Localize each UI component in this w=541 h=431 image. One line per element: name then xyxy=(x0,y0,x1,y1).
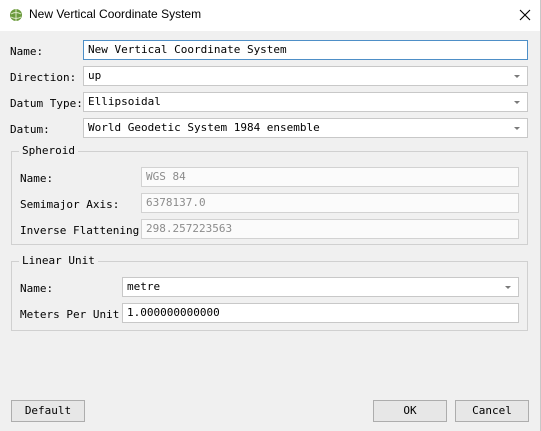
meters-per-unit-value: 1.000000000000 xyxy=(127,306,220,319)
inverse-flattening-field: 298.257223563 xyxy=(141,219,519,239)
semimajor-axis-label: Semimajor Axis: xyxy=(20,198,120,211)
datum-select[interactable]: World Geodetic System 1984 ensemble xyxy=(83,118,528,138)
close-icon xyxy=(519,9,531,21)
chevron-down-icon xyxy=(514,101,520,104)
spheroid-name-value: WGS 84 xyxy=(146,170,186,183)
spheroid-name-label: Name: xyxy=(20,172,54,185)
inverse-flattening-label: Inverse Flattening: xyxy=(20,224,146,237)
name-input[interactable]: New Vertical Coordinate System xyxy=(83,40,528,60)
semimajor-axis-field: 6378137.0 xyxy=(141,193,519,213)
unit-name-label: Name: xyxy=(20,282,54,295)
name-label: Name: xyxy=(10,45,44,58)
chevron-down-icon xyxy=(505,286,511,289)
unit-name-select[interactable]: metre xyxy=(122,277,519,297)
direction-select-value: up xyxy=(88,69,102,82)
unit-name-select-value: metre xyxy=(127,280,161,293)
qgis-globe-icon xyxy=(10,9,22,21)
meters-per-unit-label: Meters Per Unit: xyxy=(20,308,126,321)
spheroid-group-title: Spheroid xyxy=(19,144,78,157)
chevron-down-icon xyxy=(514,75,520,78)
spheroid-name-field: WGS 84 xyxy=(141,167,519,187)
semimajor-axis-value: 6378137.0 xyxy=(146,196,206,209)
linear-unit-group-title: Linear Unit xyxy=(19,254,98,267)
datum-type-select-value: Ellipsoidal xyxy=(88,95,161,108)
default-button[interactable]: Default xyxy=(11,400,85,422)
meters-per-unit-input[interactable]: 1.000000000000 xyxy=(122,303,519,323)
inverse-flattening-value: 298.257223563 xyxy=(146,222,233,235)
name-input-value: New Vertical Coordinate System xyxy=(88,43,287,56)
chevron-down-icon xyxy=(514,127,520,130)
direction-select[interactable]: up xyxy=(83,66,528,86)
title-bar: New Vertical Coordinate System xyxy=(0,0,540,31)
window-title: New Vertical Coordinate System xyxy=(29,7,202,21)
dialog-window: New Vertical Coordinate System Name: New… xyxy=(0,0,541,431)
cancel-button[interactable]: Cancel xyxy=(455,400,529,422)
direction-label: Direction: xyxy=(10,71,77,84)
close-button[interactable] xyxy=(510,2,540,28)
datum-select-value: World Geodetic System 1984 ensemble xyxy=(88,121,320,134)
datum-type-select[interactable]: Ellipsoidal xyxy=(83,92,528,112)
datum-label: Datum: xyxy=(10,123,50,136)
datum-type-label: Datum Type: xyxy=(10,97,83,110)
ok-button[interactable]: OK xyxy=(373,400,447,422)
